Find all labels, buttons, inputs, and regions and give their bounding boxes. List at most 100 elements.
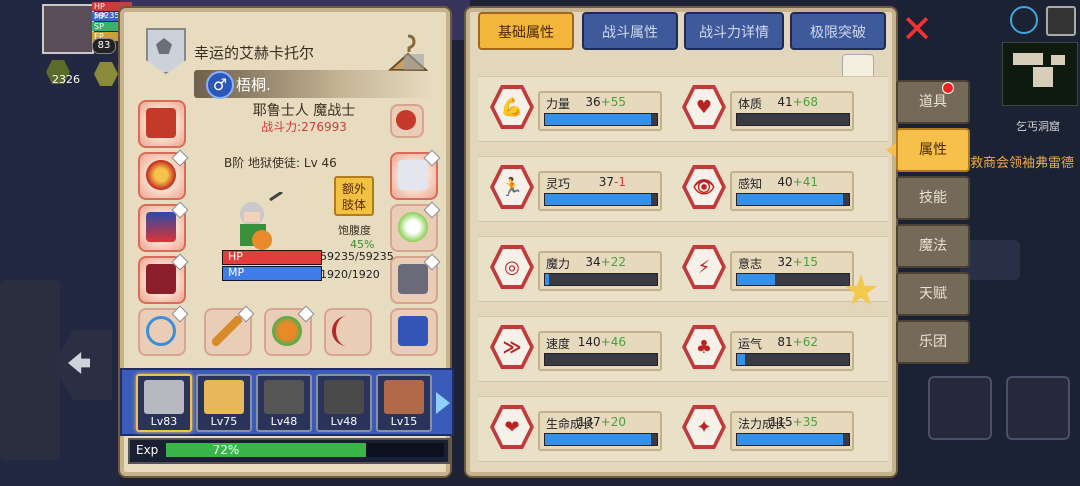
tab-combat-attributes[interactable]: 战斗属性 bbox=[582, 12, 678, 50]
stat-cell[interactable]: ♥ 体质 41+68 bbox=[670, 77, 860, 141]
party-member-3[interactable]: Lv48 bbox=[256, 374, 312, 432]
stat-glyph: ♣ bbox=[686, 329, 722, 365]
character-rank: B阶 地狱使徒: Lv 46 bbox=[224, 156, 337, 170]
stat-cell[interactable]: ❤ 生命成长 137+20 bbox=[478, 397, 668, 461]
character-name[interactable]: 梧桐. bbox=[236, 74, 271, 95]
robot-icon bbox=[398, 316, 428, 346]
stat-bar bbox=[544, 433, 658, 446]
clover-icon: ♣ bbox=[682, 325, 726, 369]
side-tab[interactable]: 天赋 bbox=[896, 272, 970, 316]
party-member-4[interactable]: Lv48 bbox=[316, 374, 372, 432]
spiral-icon: ◎ bbox=[490, 245, 534, 289]
side-tab[interactable]: 乐团 bbox=[896, 320, 970, 364]
stat-value: 41+68 bbox=[777, 95, 818, 109]
stat-bar bbox=[736, 113, 850, 126]
stat-glyph: ◎ bbox=[494, 249, 530, 285]
stat-row: ≫ 速度 140+46 ♣ 运气 81+62 bbox=[478, 316, 888, 382]
stat-bar-fill bbox=[737, 274, 776, 285]
equip-slot-boots[interactable] bbox=[390, 253, 441, 304]
gold-value: 2326 bbox=[52, 73, 80, 86]
stat-cell[interactable]: ♣ 运气 81+62 bbox=[670, 317, 860, 381]
exit-icon[interactable] bbox=[1046, 6, 1076, 36]
extra-limbs-label: 额外 肢体 bbox=[341, 182, 366, 212]
close-icon[interactable]: ✕ bbox=[900, 10, 934, 48]
stat-base: 81 bbox=[777, 335, 793, 349]
stat-value: 34+22 bbox=[585, 255, 626, 269]
hud-hp-label: HP bbox=[94, 2, 105, 11]
equip-slot-offhand[interactable] bbox=[264, 305, 315, 356]
hunger-label: 饱腹度 bbox=[338, 224, 371, 237]
stat-cell[interactable]: 👁 感知 40+41 bbox=[670, 157, 860, 221]
equip-slot-armor[interactable] bbox=[138, 201, 189, 252]
stat-value: 36+55 bbox=[585, 95, 626, 109]
stat-box: 法力成长 115+35 bbox=[730, 411, 854, 451]
party-member-5[interactable]: Lv15 bbox=[376, 374, 432, 432]
stat-bonus: +68 bbox=[792, 95, 818, 109]
side-tab[interactable]: 魔法 bbox=[896, 224, 970, 268]
stat-value: 81+62 bbox=[777, 335, 818, 349]
equip-slot-shield[interactable] bbox=[390, 201, 441, 252]
equip-slot-bow[interactable] bbox=[324, 308, 372, 356]
stat-value: 137+20 bbox=[578, 415, 626, 429]
equip-slot-helmet[interactable] bbox=[138, 100, 186, 148]
tab-limit-break[interactable]: 极限突破 bbox=[790, 12, 886, 50]
party-member-2[interactable]: Lv75 bbox=[196, 374, 252, 432]
staff-icon bbox=[212, 316, 242, 346]
stat-cell[interactable]: ✦ 法力成长 115+35 bbox=[670, 397, 860, 461]
party-level: Lv83 bbox=[150, 415, 178, 428]
stat-bar bbox=[736, 193, 850, 206]
gloves-icon bbox=[398, 160, 428, 190]
equip-slot-necklace[interactable] bbox=[138, 149, 189, 200]
stat-cell[interactable]: 💪 力量 36+55 bbox=[478, 77, 668, 141]
stat-value: 32+15 bbox=[777, 255, 818, 269]
equip-slot-weapon[interactable] bbox=[204, 305, 255, 356]
equip-slot-gloves[interactable] bbox=[390, 149, 441, 200]
map-rock bbox=[0, 280, 60, 460]
mp-label: MP bbox=[228, 266, 245, 279]
stat-base: 140 bbox=[577, 335, 601, 349]
title-banner: 幸运的艾赫卡托尔 bbox=[134, 20, 442, 74]
stat-name: 意志 bbox=[738, 257, 763, 271]
speed-icon: ≫ bbox=[490, 325, 534, 369]
stat-cell[interactable]: ⚡ 意志 32+15 bbox=[670, 237, 860, 301]
party-next-arrow-icon[interactable] bbox=[436, 392, 450, 414]
tab-basic-attributes[interactable]: 基础属性 bbox=[478, 12, 574, 50]
upgrade-marker-icon bbox=[171, 305, 189, 323]
stat-box: 意志 32+15 bbox=[730, 251, 854, 291]
stat-cell[interactable]: 🏃 灵巧 37-1 bbox=[478, 157, 668, 221]
stat-bonus: +62 bbox=[792, 335, 818, 349]
side-tab[interactable]: 技能 bbox=[896, 176, 970, 220]
stat-bar-fill bbox=[737, 354, 745, 365]
party-strip: Lv83 Lv75 Lv48 Lv48 Lv15 bbox=[120, 368, 454, 436]
party-member-1[interactable]: Lv83 bbox=[136, 374, 192, 432]
stat-cell[interactable]: ◎ 魔力 34+22 bbox=[478, 237, 668, 301]
quest-objective[interactable]: 救商会领袖弗雷德 bbox=[970, 152, 1074, 171]
bow-icon bbox=[332, 316, 362, 346]
character-panel: 幸运的艾赫卡托尔 ♂ 梧桐. 耶鲁士人 魔战士 战斗力:276993 B阶 地狱… bbox=[120, 8, 454, 476]
dragon-helmet-icon bbox=[146, 108, 176, 138]
stat-glyph: ≫ bbox=[494, 329, 530, 365]
stat-name: 体质 bbox=[738, 97, 763, 111]
tab-power-details[interactable]: 战斗力详情 bbox=[684, 12, 784, 50]
portrait-4 bbox=[324, 380, 364, 414]
stat-value: 115+35 bbox=[770, 415, 818, 429]
extra-limbs-button[interactable]: 额外 肢体 bbox=[334, 176, 374, 216]
equip-slot-cape[interactable] bbox=[138, 253, 189, 304]
minimap[interactable] bbox=[1002, 42, 1078, 106]
equip-slot-buff[interactable] bbox=[390, 104, 424, 138]
stat-bonus: +22 bbox=[600, 255, 626, 269]
side-tab[interactable]: 属性 bbox=[896, 128, 970, 172]
sword-skill-button[interactable] bbox=[928, 376, 992, 440]
stat-glyph: ✦ bbox=[686, 409, 722, 445]
bow-skill-button[interactable] bbox=[1006, 376, 1070, 440]
stat-box: 速度 140+46 bbox=[538, 331, 662, 371]
side-tab[interactable]: 道具 bbox=[896, 80, 970, 124]
equip-slot-pet[interactable] bbox=[390, 308, 438, 356]
player-avatar[interactable] bbox=[42, 4, 94, 54]
stat-base: 34 bbox=[585, 255, 601, 269]
stat-cell[interactable]: ≫ 速度 140+46 bbox=[478, 317, 668, 381]
equip-slot-ring[interactable] bbox=[138, 305, 189, 356]
stat-bar bbox=[736, 273, 850, 286]
minimap-room bbox=[1033, 67, 1053, 87]
network-icon[interactable] bbox=[1010, 6, 1038, 34]
